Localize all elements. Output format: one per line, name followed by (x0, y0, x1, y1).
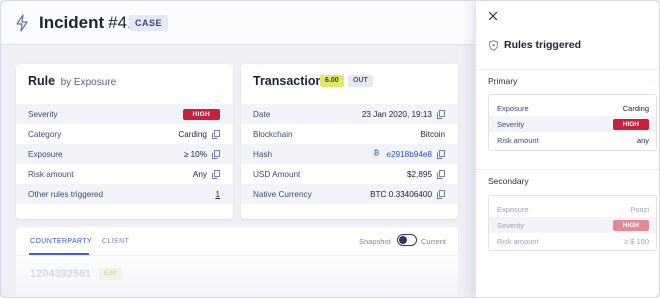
hash-link[interactable]: e2918b94e8 (386, 150, 432, 159)
active-tab-indicator (29, 253, 89, 255)
rule-row-label: Other rules triggered (28, 189, 104, 199)
rule-row-label: Risk amount (28, 169, 74, 179)
rule-row-category: Category Carding (16, 124, 233, 144)
rule-row-label: Severity (28, 109, 58, 119)
tx-row-usd-amount: USD Amount $2,895 (241, 164, 458, 184)
snapshot-current-toggle[interactable] (397, 234, 417, 246)
tx-row-label: Date (253, 109, 271, 119)
rule-row-value: Any (192, 169, 207, 179)
rule-card: Rule by Exposure Severity HIGH Category … (16, 64, 233, 219)
rule-label: Exposure (497, 204, 529, 214)
copy-icon[interactable] (437, 169, 445, 179)
tx-row-label: Hash (253, 149, 273, 159)
rule-value: Ponzi (630, 204, 649, 214)
rule-value: any (636, 135, 649, 145)
close-icon[interactable] (488, 11, 498, 21)
case-badge: CASE (129, 15, 169, 31)
rule-label: Risk amount (497, 236, 539, 246)
copy-icon[interactable] (212, 169, 220, 179)
rule-label: Risk amount (497, 135, 539, 145)
rule-row-label: Category (28, 129, 62, 139)
tx-row-label: Native Currency (253, 189, 312, 199)
rule-row-risk-amount: Risk amount Any (16, 164, 233, 184)
rule-row-value: Carding (178, 129, 207, 139)
rule-rows: Severity HIGH Category Carding Exposure … (16, 104, 233, 204)
rule-label: Severity (497, 119, 525, 129)
secondary-heading: Secondary (488, 176, 529, 186)
rule-card-title: Rule by Exposure (28, 74, 116, 88)
copy-icon[interactable] (437, 109, 445, 119)
transaction-card-title: Transaction (253, 74, 324, 88)
tx-row-value: BTC 0.33406400 (370, 189, 432, 199)
primary-heading: Primary (488, 76, 518, 86)
severity-badge: HIGH (612, 118, 649, 130)
panel-title-text: Rules triggered (504, 39, 582, 51)
other-rules-count-link[interactable]: 1 (215, 190, 220, 199)
counterparty-amount-badge: 6.00 (99, 268, 122, 280)
rule-value: ≥ $ 100 (624, 236, 649, 246)
secondary-rule-box: Exposure Ponzi Severity HIGH Risk amount… (488, 195, 657, 251)
primary-row-exposure: Exposure Carding (497, 100, 649, 116)
app-frame: Incident #412 CASE Rule by Exposure Seve… (0, 0, 660, 298)
tx-row-label: USD Amount (253, 169, 301, 179)
copy-icon[interactable] (437, 149, 445, 159)
rule-card-title-text: Rule (28, 74, 56, 88)
rule-row-value: ≥ 10% (183, 149, 207, 159)
copy-icon[interactable] (212, 129, 220, 139)
toggle-knob (399, 236, 407, 244)
copy-icon[interactable] (437, 189, 445, 199)
rules-triggered-panel: Rules triggered Primary Exposure Carding… (475, 1, 659, 297)
rule-row-severity: Severity HIGH (16, 104, 233, 124)
tx-row-value: 23 Jan 2020, 19:13 (361, 109, 432, 119)
tx-row-date: Date 23 Jan 2020, 19:13 (241, 104, 458, 124)
secondary-row-risk-amount: Risk amount ≥ $ 100 (497, 233, 649, 249)
tab-bar: COUNTERPARTY CLIENT Snapshot Current (16, 227, 458, 256)
snapshot-label: Snapshot (359, 237, 391, 246)
severity-badge: HIGH (182, 108, 220, 120)
counterparty-panel: COUNTERPARTY CLIENT Snapshot Current 120… (16, 227, 458, 297)
rule-value: Carding (622, 103, 649, 113)
rule-row-label: Exposure (28, 149, 63, 159)
primary-row-severity: Severity HIGH (489, 116, 656, 132)
tx-row-blockchain: Blockchain Bitcoin (241, 124, 458, 144)
direction-badge: OUT (348, 75, 373, 87)
copy-icon[interactable] (212, 149, 220, 159)
counterparty-id: 1204392561 (30, 268, 92, 280)
tab-client[interactable]: CLIENT (102, 238, 129, 245)
transaction-card: Transaction 6.00 OUT Date 23 Jan 2020, 1… (241, 64, 458, 219)
transaction-rows: Date 23 Jan 2020, 19:13 Blockchain Bitco… (241, 104, 458, 204)
primary-row-risk-amount: Risk amount any (497, 132, 649, 148)
shield-icon (489, 39, 498, 51)
rule-label: Severity (497, 220, 525, 230)
rule-card-subtitle: by Exposure (60, 77, 117, 88)
panel-title: Rules triggered (489, 39, 581, 51)
bolt-icon (16, 14, 28, 32)
tx-row-native-currency: Native Currency BTC 0.33406400 (241, 184, 458, 204)
current-label: Current (421, 237, 447, 246)
tx-row-label: Blockchain (253, 129, 293, 139)
tx-row-value: $2,895 (406, 169, 432, 179)
tx-row-hash: Hash ₿ e2918b94e8 (241, 144, 458, 164)
rule-label: Exposure (497, 103, 529, 113)
primary-rule-box: Exposure Carding Severity HIGH Risk amou… (488, 94, 657, 151)
secondary-row-severity: Severity HIGH (489, 217, 656, 233)
tab-counterparty[interactable]: COUNTERPARTY (30, 238, 92, 245)
amount-badge: 6.00 (320, 75, 344, 87)
rule-row-other-rules[interactable]: Other rules triggered 1 (16, 184, 233, 204)
divider (476, 169, 659, 170)
secondary-row-exposure: Exposure Ponzi (497, 201, 649, 217)
tx-row-value: Bitcoin (420, 129, 445, 139)
bitcoin-icon: ₿ (371, 149, 382, 159)
page-title-text: Incident (39, 13, 105, 32)
rule-row-exposure: Exposure ≥ 10% (16, 144, 233, 164)
divider (476, 69, 659, 70)
severity-badge: HIGH (612, 219, 649, 231)
